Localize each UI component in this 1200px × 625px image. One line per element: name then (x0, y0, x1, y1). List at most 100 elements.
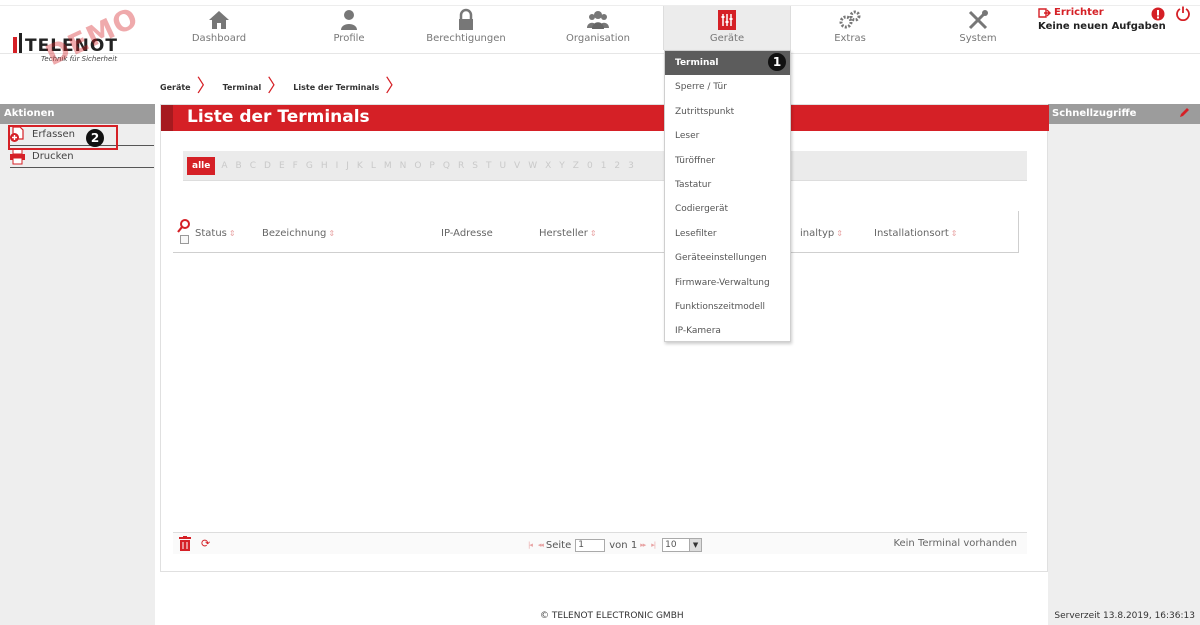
filter-letter[interactable]: S (472, 161, 478, 171)
filter-letter[interactable]: T (486, 161, 492, 171)
filter-letter[interactable]: F (293, 161, 298, 171)
pager: |◂ ◂◂ Seite 1 von 1 ▸▸ ▸| 10 ▼ (525, 538, 703, 552)
gears-icon (839, 10, 861, 29)
power-icon[interactable] (1175, 5, 1191, 21)
menu-item-ip-kamera[interactable]: IP-Kamera (665, 319, 790, 343)
nav-extras[interactable]: Extras (822, 6, 878, 48)
menu-item-tastatur[interactable]: Tastatur (665, 173, 790, 197)
pencil-icon[interactable] (1178, 107, 1190, 119)
column-label: inaltyp (800, 228, 835, 239)
sort-icon: ⇕ (589, 229, 597, 238)
breadcrumb-terminal[interactable]: Terminal (223, 83, 262, 92)
filter-letter[interactable]: V (514, 161, 520, 171)
menu-item-zutrittspunkt[interactable]: Zutrittspunkt (665, 100, 790, 124)
page-size-select[interactable]: 10 ▼ (662, 538, 703, 552)
filter-letter[interactable]: R (458, 161, 464, 171)
filter-letter[interactable]: Y (559, 161, 565, 171)
filter-letter[interactable]: G (306, 161, 313, 171)
menu-item-tueroeffner[interactable]: Türöffner (665, 149, 790, 173)
step-badge-2: 2 (86, 129, 104, 147)
filter-letter[interactable]: 2 (614, 161, 620, 171)
top-bar: TELENOT Technik für Sicherheit DEMO Dash… (0, 0, 1200, 72)
trash-icon[interactable] (179, 536, 191, 551)
column-ip-adresse[interactable]: IP-Adresse (441, 228, 493, 239)
filter-letter[interactable]: A (221, 161, 227, 171)
person-icon (341, 10, 357, 30)
filter-letter[interactable]: L (371, 161, 376, 171)
telenot-logo[interactable]: TELENOT Technik für Sicherheit DEMO (13, 1, 153, 72)
filter-all[interactable]: alle (187, 156, 216, 175)
filter-letter[interactable]: J (346, 161, 349, 171)
sort-icon: ⇕ (950, 229, 958, 238)
nav-label: System (959, 33, 997, 44)
filter-letter[interactable]: U (499, 161, 506, 171)
filter-letter[interactable]: C (250, 161, 256, 171)
filter-letter[interactable]: W (528, 161, 537, 171)
next-page-icon[interactable]: ▸▸ (640, 541, 646, 549)
search-icon[interactable] (177, 219, 190, 233)
select-all-checkbox[interactable] (180, 235, 189, 244)
filter-letter[interactable]: N (400, 161, 407, 171)
breadcrumb-geraete[interactable]: Geräte (160, 83, 191, 92)
nav-geraete[interactable]: Geräte (663, 6, 791, 50)
filter-letter[interactable]: I (336, 161, 339, 171)
column-hersteller[interactable]: Hersteller ⇕ (539, 228, 597, 239)
user-logout-icon (1038, 8, 1051, 18)
filter-letter[interactable]: 1 (601, 161, 607, 171)
step-badge-1: 1 (768, 53, 786, 71)
page-title-bar: Liste der Terminals (161, 105, 1049, 131)
filter-letter[interactable]: K (357, 161, 363, 171)
filter-letter[interactable]: 3 (628, 161, 634, 171)
filter-letter[interactable]: Q (443, 161, 450, 171)
first-page-icon[interactable]: |◂ (528, 541, 533, 549)
nav-berechtigungen[interactable]: Berechtigungen (425, 6, 507, 48)
page-number-input[interactable]: 1 (575, 538, 606, 552)
filter-letter[interactable]: H (321, 161, 328, 171)
column-installationsort[interactable]: Installationsort ⇕ (874, 228, 957, 239)
filter-letter[interactable]: B (236, 161, 242, 171)
menu-item-firmware-verwaltung[interactable]: Firmware-Verwaltung (665, 271, 790, 295)
column-terminaltyp[interactable]: inaltyp ⇕ (800, 228, 843, 239)
filter-letter[interactable]: D (264, 161, 271, 171)
breadcrumb-liste[interactable]: Liste der Terminals (293, 83, 379, 92)
sidebar-item-label: Drucken (32, 151, 74, 162)
sidebar-title: Aktionen (0, 104, 155, 124)
filter-letter[interactable]: M (384, 161, 392, 171)
group-icon (587, 11, 609, 29)
logo-bar-red (13, 37, 17, 53)
menu-item-lesefilter[interactable]: Lesefilter (665, 222, 790, 246)
nav-label: Profile (333, 33, 365, 44)
menu-item-codiergeraet[interactable]: Codiergerät (665, 197, 790, 221)
quick-access-title: Schnellzugriffe (1052, 108, 1137, 119)
nav-profile[interactable]: Profile (320, 6, 378, 48)
menu-item-geraeteeinstellungen[interactable]: Geräteeinstellungen (665, 246, 790, 270)
chevron-right-icon: 〉 (385, 76, 404, 97)
last-page-icon[interactable]: ▸| (651, 541, 656, 549)
nav-dashboard[interactable]: Dashboard (186, 6, 252, 48)
column-label: Bezeichnung (262, 228, 327, 239)
refresh-icon[interactable]: ⟳ (201, 537, 210, 550)
chevron-down-icon: ▼ (689, 539, 702, 551)
prev-page-icon[interactable]: ◂◂ (538, 541, 544, 549)
alert-icon[interactable] (1151, 7, 1165, 21)
menu-item-funktionszeitmodell[interactable]: Funktionszeitmodell (665, 295, 790, 319)
copyright: © TELENOT ELECTRONIC GMBH (540, 611, 684, 621)
nav-system[interactable]: System (950, 6, 1006, 48)
column-bezeichnung[interactable]: Bezeichnung ⇕ (262, 228, 335, 239)
filter-letter[interactable]: P (429, 161, 434, 171)
nav-organisation[interactable]: Organisation (562, 6, 634, 48)
filter-letter[interactable]: O (414, 161, 421, 171)
actions-sidebar: Aktionen Erfassen Drucken (0, 104, 155, 625)
filter-letter[interactable]: Z (573, 161, 579, 171)
filter-letter[interactable]: X (545, 161, 551, 171)
server-time: Serverzeit 13.8.2019, 16:36:13 (1054, 611, 1195, 621)
nav-label: Organisation (566, 33, 630, 44)
column-label: Hersteller (539, 228, 588, 239)
column-status[interactable]: Status ⇕ (195, 228, 236, 239)
filter-letter[interactable]: E (279, 161, 285, 171)
filter-letter[interactable]: 0 (587, 161, 593, 171)
menu-item-leser[interactable]: Leser (665, 124, 790, 148)
menu-item-sperre-tuer[interactable]: Sperre / Tür (665, 75, 790, 99)
user-name-link[interactable]: Errichter (1038, 7, 1198, 18)
table-header: Status ⇕ Bezeichnung ⇕ IP-Adresse Herstell… (173, 211, 1019, 253)
